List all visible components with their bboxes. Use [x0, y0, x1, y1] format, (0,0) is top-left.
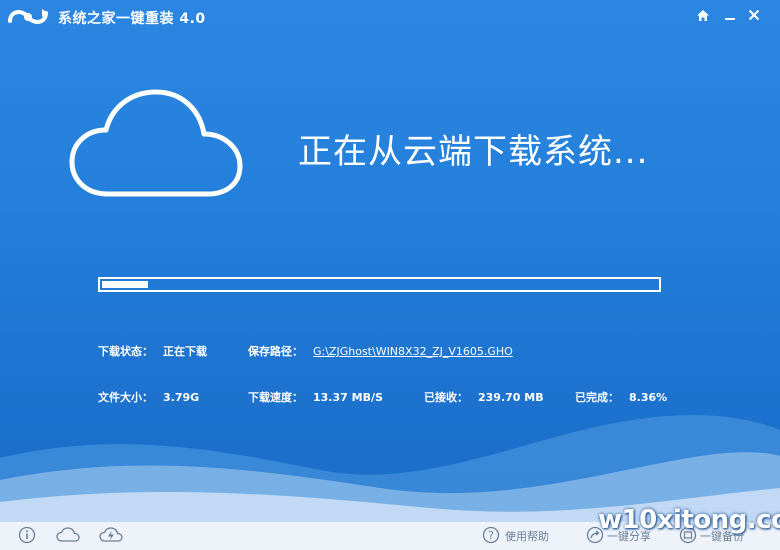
download-heading: 正在从云端下载系统... [298, 132, 649, 172]
download-progress-bar [98, 277, 661, 292]
help-button[interactable]: ? [480, 526, 502, 544]
title-bar: 系统之家一键重装 4.0 [0, 0, 780, 34]
close-button[interactable] [744, 6, 764, 24]
app-logo-icon [8, 9, 48, 24]
info-button[interactable] [16, 526, 38, 544]
cloud-icon [69, 89, 243, 197]
site-watermark: w10xitong.com [598, 505, 780, 535]
info-icon [18, 526, 36, 544]
lightning-button[interactable] [98, 526, 124, 544]
home-button[interactable] [693, 6, 713, 24]
minimize-button[interactable] [720, 6, 740, 24]
help-label[interactable]: 使用帮助 [505, 528, 549, 544]
home-icon [697, 9, 709, 21]
path-info: 保存路径： G:\ZJGhost\WIN8X32_ZJ_V1605.GHO [248, 343, 513, 359]
help-icon: ? [482, 526, 500, 544]
close-icon [748, 9, 760, 21]
lightning-cloud-icon [99, 527, 123, 542]
status-info: 下载状态： 正在下载 [98, 343, 207, 359]
progress-fill [102, 281, 148, 288]
app-title: 系统之家一键重装 4.0 [58, 11, 206, 27]
path-label: 保存路径： [248, 345, 303, 358]
minimize-icon [725, 18, 735, 20]
status-value: 正在下载 [163, 345, 207, 358]
status-label: 下载状态： [98, 345, 153, 358]
save-path-link[interactable]: G:\ZJGhost\WIN8X32_ZJ_V1605.GHO [313, 345, 513, 358]
cloud-button[interactable] [55, 526, 81, 544]
cloud-small-icon [56, 527, 80, 542]
svg-text:?: ? [488, 529, 494, 542]
installer-window: 系统之家一键重装 4.0 正在从云端下载系统... 下载状态：正在下载 保存路 [0, 0, 780, 550]
